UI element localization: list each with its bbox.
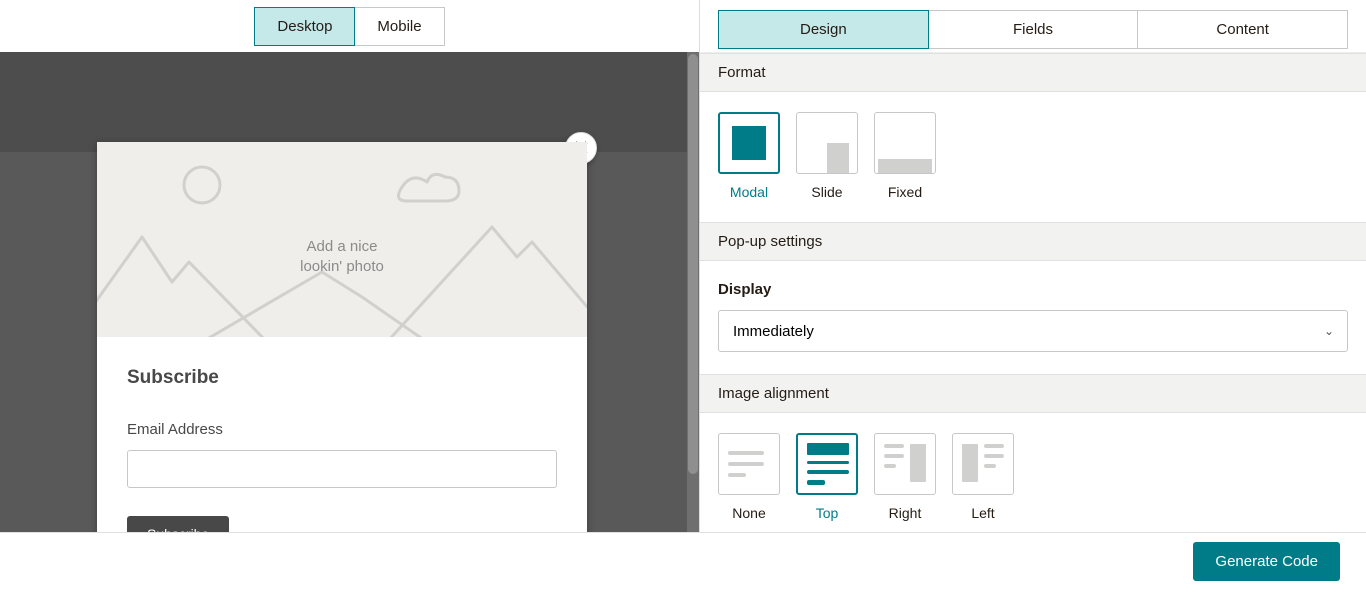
preview-column: Desktop Mobile ✕	[0, 0, 700, 532]
alignment-option-right-label: Right	[889, 505, 922, 521]
section-image-alignment-header: Image alignment	[700, 374, 1366, 413]
alignment-option-none-label: None	[732, 505, 765, 521]
tab-design[interactable]: Design	[718, 10, 929, 49]
stage-scrollbar[interactable]	[687, 52, 699, 532]
alignment-option-left-label: Left	[971, 505, 994, 521]
popup-preview: ✕ Add a nice lookin' photo S	[97, 142, 587, 532]
editor-tabs: Design Fields Content	[700, 0, 1366, 52]
alignment-option-top[interactable]: Top	[796, 433, 858, 521]
tab-content[interactable]: Content	[1137, 11, 1347, 48]
display-select[interactable]: Immediately	[718, 310, 1348, 352]
email-label: Email Address	[127, 421, 557, 438]
alignment-option-none[interactable]: None	[718, 433, 780, 521]
editor-scroll[interactable]: Format Modal Slide	[700, 52, 1366, 532]
alignment-option-top-label: Top	[816, 505, 839, 521]
preview-tabs: Desktop Mobile	[0, 0, 699, 52]
slide-icon	[827, 143, 849, 173]
format-option-slide-label: Slide	[811, 184, 842, 200]
popup-heading: Subscribe	[127, 367, 557, 389]
section-popup-settings-header: Pop-up settings	[700, 222, 1366, 261]
tab-mobile[interactable]: Mobile	[354, 8, 443, 45]
format-option-modal-label: Modal	[730, 184, 768, 200]
alignment-option-right[interactable]: Right	[874, 433, 936, 521]
email-field[interactable]	[127, 450, 557, 488]
preview-stage: ✕ Add a nice lookin' photo S	[0, 52, 699, 532]
subscribe-button[interactable]: Subscribe	[127, 516, 229, 532]
modal-icon	[732, 126, 766, 160]
tab-fields[interactable]: Fields	[928, 11, 1138, 48]
format-option-fixed[interactable]: Fixed	[874, 112, 936, 200]
section-format-header: Format	[700, 53, 1366, 92]
tab-desktop[interactable]: Desktop	[254, 7, 355, 46]
popup-image-placeholder[interactable]: Add a nice lookin' photo	[97, 142, 587, 337]
stage-scrollbar-thumb[interactable]	[688, 54, 698, 474]
fixed-icon	[878, 159, 932, 173]
display-label: Display	[718, 281, 1348, 298]
alignment-option-left[interactable]: Left	[952, 433, 1014, 521]
placeholder-text: Add a nice lookin' photo	[300, 237, 384, 276]
format-option-fixed-label: Fixed	[888, 184, 922, 200]
generate-code-button[interactable]: Generate Code	[1193, 542, 1340, 581]
format-option-modal[interactable]: Modal	[718, 112, 780, 200]
footer-bar: Generate Code	[0, 532, 1366, 589]
editor-column: Design Fields Content Format Modal	[700, 0, 1366, 532]
format-option-slide[interactable]: Slide	[796, 112, 858, 200]
